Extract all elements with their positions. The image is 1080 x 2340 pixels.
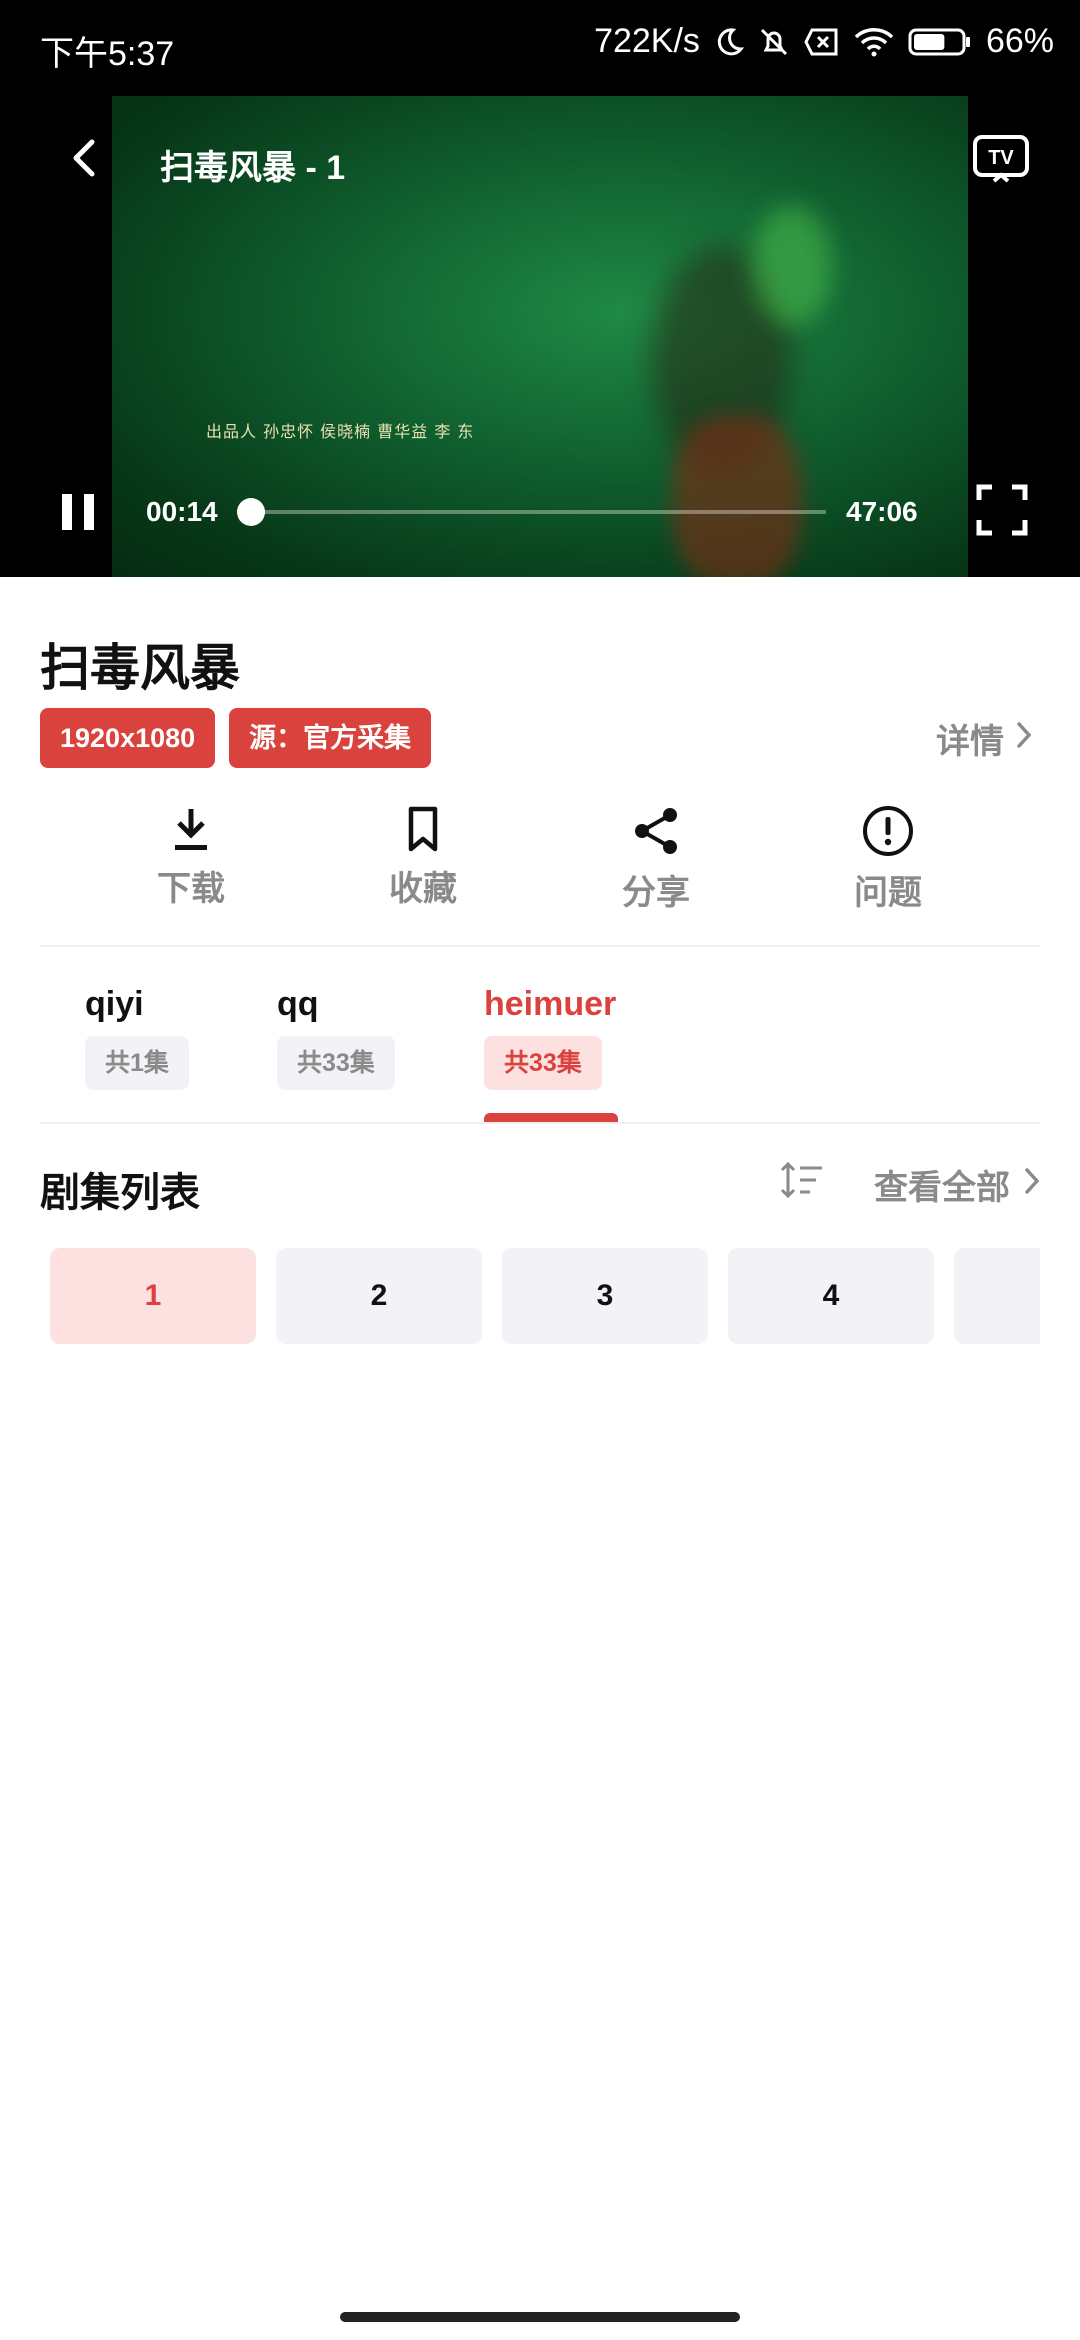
source-tab-qq[interactable]: qq 共33集 [277,985,395,1090]
episode-item[interactable]: 1 [50,1248,256,1344]
badge-row: 1920x1080 源：官方采集 [40,708,432,768]
report-button[interactable]: 问题 [788,805,988,914]
source-badge: 源：官方采集 [229,708,432,768]
download-icon [91,805,291,853]
chevron-right-icon [1016,719,1032,758]
player-title: 扫毒风暴 - 1 [160,149,346,187]
fullscreen-icon[interactable] [976,484,1028,541]
pause-icon[interactable] [60,492,96,537]
seek-bar[interactable] [248,510,826,514]
bell-off-icon [758,26,790,58]
battery-percent: 66% [985,22,1054,60]
battery-icon [908,27,972,57]
video-credits: 出品人 孙忠怀 侯晓楠 曹华益 李 东 [206,422,475,441]
status-bar: 下午5:37 722K/s 66% [0,0,1080,96]
divider [40,1122,1040,1124]
episode-count: 共33集 [277,1036,395,1090]
bookmark-icon [323,805,523,853]
report-label: 问题 [854,874,922,912]
download-label: 下载 [157,870,225,908]
episode-list-heading: 剧集列表 [40,1171,200,1215]
total-time: 47:06 [846,496,918,527]
favorite-button[interactable]: 收藏 [323,805,523,910]
status-time: 下午5:37 [40,35,175,73]
divider [40,945,1040,947]
details-link[interactable]: 详情 [936,714,1032,763]
status-icons: 722K/s 66% [594,22,1054,61]
video-player-area: 下午5:37 722K/s 66% 出品人 孙忠怀 侯晓楠 曹华益 李 东 扫毒… [0,0,1080,577]
source-tab-heimuer[interactable]: heimuer 共33集 [484,985,618,1123]
view-all-link[interactable]: 查看全部 [874,1160,1010,1209]
episode-item[interactable]: 4 [728,1248,934,1344]
current-time: 00:14 [146,496,218,527]
episode-list-controls: 查看全部 [778,1160,1040,1209]
episode-item[interactable] [954,1248,1040,1344]
home-indicator[interactable] [340,2312,740,2322]
moon-icon [714,27,744,57]
svg-text:TV: TV [988,147,1014,169]
chevron-right-icon [1024,1165,1040,1204]
favorite-label: 收藏 [389,870,457,908]
source-name: heimuer [484,985,617,1023]
download-button[interactable]: 下载 [91,805,291,910]
episode-item[interactable]: 2 [276,1248,482,1344]
episode-count: 共33集 [484,1036,602,1090]
source-tabs: qiyi 共1集 qq 共33集 heimuer 共33集 [0,985,1080,1125]
share-label: 分享 [622,874,690,912]
share-button[interactable]: 分享 [556,805,756,914]
back-icon[interactable] [72,138,96,183]
net-speed: 722K/s [594,22,700,60]
episode-grid: 1 2 3 4 [50,1248,1040,1344]
episode-count: 共1集 [85,1036,189,1090]
sort-icon[interactable] [778,1160,826,1209]
show-title: 扫毒风暴 [40,640,240,696]
details-label: 详情 [936,723,1004,761]
action-bar: 下载 收藏 分享 问题 [0,805,1080,915]
share-icon [556,805,756,857]
sim-x-icon [804,27,840,57]
tv-cast-icon[interactable]: TV [972,134,1030,189]
episode-item[interactable]: 3 [502,1248,708,1344]
source-name: qq [277,985,319,1023]
seek-thumb[interactable] [236,498,265,526]
source-tab-qiyi[interactable]: qiyi 共1集 [85,985,189,1090]
source-name: qiyi [85,985,144,1023]
wifi-icon [854,27,894,57]
resolution-badge: 1920x1080 [40,708,216,768]
alert-icon [788,805,988,857]
